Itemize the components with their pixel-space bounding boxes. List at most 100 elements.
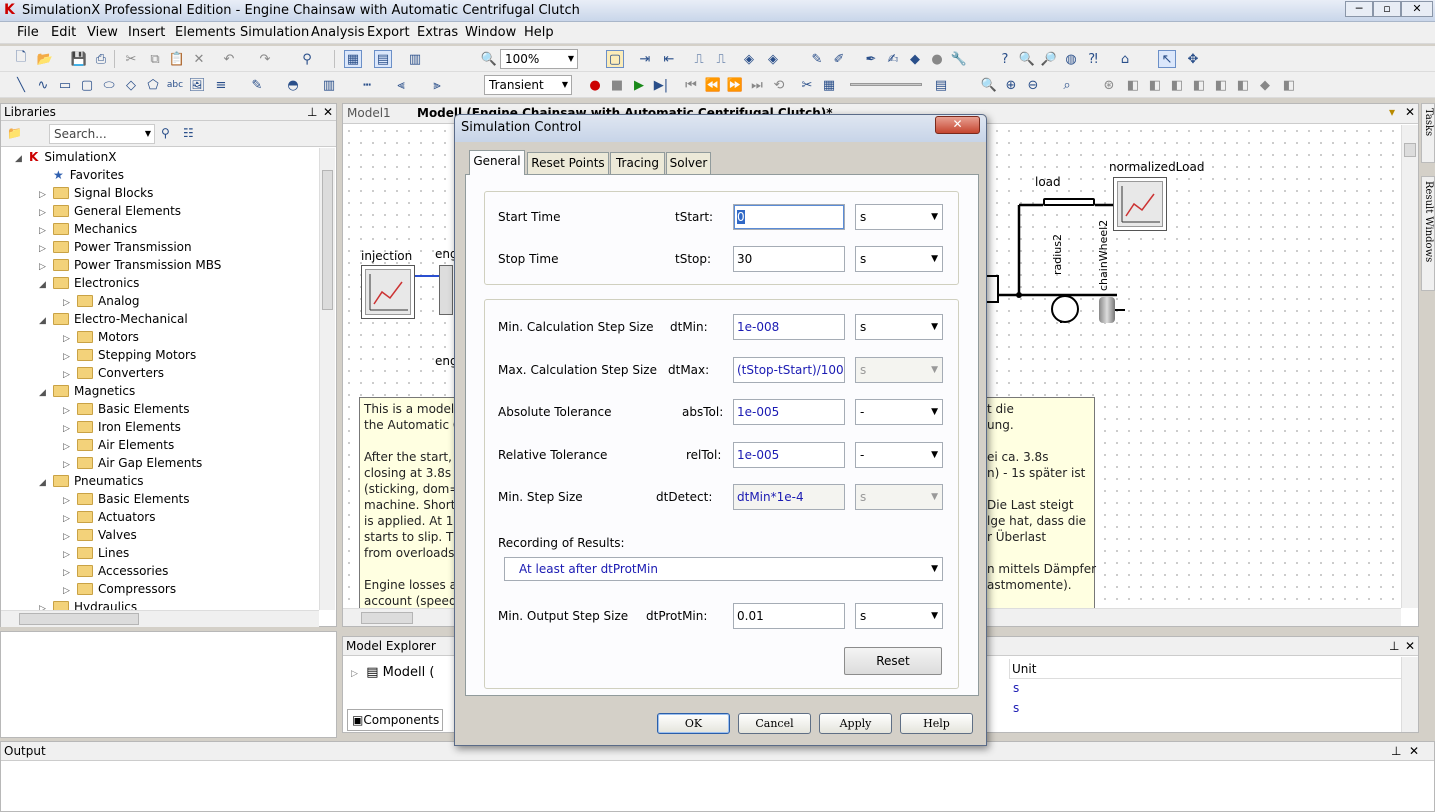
paste-icon[interactable]: 📋	[168, 50, 186, 68]
reltol-input[interactable]: 1e-005	[733, 442, 845, 468]
image-icon[interactable]: 🖼	[188, 76, 206, 94]
search-icon[interactable]: 🔍	[1018, 50, 1036, 68]
highlight-icon[interactable]: ✍	[884, 50, 902, 68]
expander-icon[interactable]: ▷	[39, 600, 53, 610]
new-file-icon[interactable]: 🗋	[12, 50, 30, 68]
line-width-icon[interactable]: ≡	[212, 76, 230, 94]
tab-components[interactable]: ▣Components	[347, 709, 443, 731]
forward-icon[interactable]: ⏩	[726, 76, 744, 94]
line-style-icon[interactable]: ┅	[358, 76, 376, 94]
explorer-model-row[interactable]: ▷ ▤ Modell (	[351, 665, 434, 680]
library-tree-item[interactable]: ▷ Basic Elements	[63, 490, 190, 508]
pin-icon[interactable]: ⊥	[307, 104, 317, 120]
library-tree-item[interactable]: ◢ Electronics	[39, 274, 139, 292]
tstart-input[interactable]: 0	[733, 204, 845, 230]
tstop-input[interactable]: 30	[733, 246, 845, 272]
abstol-unit-select[interactable]: - ▼	[855, 399, 943, 425]
copy-icon[interactable]: ⧉	[146, 50, 164, 68]
rectangle-icon[interactable]: ▭	[56, 76, 74, 94]
pattern-icon[interactable]: ▥	[320, 76, 338, 94]
rounded-rect-icon[interactable]: ▢	[78, 76, 96, 94]
minimize-button[interactable]: ─	[1345, 1, 1373, 17]
tab-menu-icon[interactable]: ▾	[1389, 105, 1395, 119]
expander-icon[interactable]: ◢	[15, 150, 29, 168]
library-tree-item[interactable]: ◢ K SimulationX	[15, 148, 116, 166]
3d-view-icon[interactable]: ⊛	[1100, 76, 1118, 94]
grid-view-icon[interactable]: ▦	[344, 50, 362, 68]
menu-help[interactable]: Help	[524, 25, 554, 40]
recording-select[interactable]: At least after dtProtMin ▼	[504, 557, 943, 581]
expander-icon[interactable]: ◢	[39, 384, 53, 402]
dtmax-input[interactable]: (tStop-tStart)/100	[733, 357, 845, 383]
select-mode-icon[interactable]: ▢	[606, 50, 624, 68]
zoom-out-icon[interactable]: ⊖	[1024, 76, 1042, 94]
engine-block[interactable]	[439, 265, 453, 315]
cube4-icon[interactable]: ◧	[1190, 76, 1208, 94]
delete-icon[interactable]: ✕	[190, 50, 208, 68]
cube6-icon[interactable]: ◧	[1234, 76, 1252, 94]
library-tree-item[interactable]: ▷ Motors	[63, 328, 139, 346]
step-icon[interactable]: ▶|	[652, 76, 670, 94]
tab-tracing[interactable]: Tracing	[610, 152, 665, 174]
dtmin-input[interactable]: 1e-008	[733, 314, 845, 340]
cancel-button[interactable]: Cancel	[738, 713, 811, 734]
dtprot-unit-select[interactable]: s ▼	[855, 603, 943, 629]
move-icon[interactable]: ✥	[1184, 50, 1202, 68]
arrange-icon[interactable]: ⎍	[690, 50, 708, 68]
injection-block[interactable]	[361, 265, 415, 319]
dtmin-unit-select[interactable]: s ▼	[855, 314, 943, 340]
menu-simulation[interactable]: Simulation	[240, 25, 309, 40]
diamond3d-icon[interactable]: ◆	[1256, 76, 1274, 94]
rewind-start-icon[interactable]: ⏮	[682, 76, 700, 94]
maximize-button[interactable]: ▫	[1373, 1, 1401, 17]
text-icon[interactable]: abc	[166, 76, 184, 94]
record-icon[interactable]: ●	[586, 76, 604, 94]
play-icon[interactable]: ▶	[630, 76, 648, 94]
context-help-icon[interactable]: ⁈	[1084, 50, 1102, 68]
zoom-in-icon[interactable]: ⊕	[1002, 76, 1020, 94]
pen-icon[interactable]: ✒	[862, 50, 880, 68]
zoom-view-icon[interactable]: 🔍	[980, 76, 998, 94]
wrench-icon[interactable]: 🔧	[950, 50, 968, 68]
explorer-pin-icon[interactable]: ⊥	[1389, 637, 1399, 655]
undo-icon[interactable]: ↶	[220, 50, 238, 68]
cube2-icon[interactable]: ◧	[1146, 76, 1164, 94]
align-left-icon[interactable]: ⫷	[392, 76, 410, 94]
library-tree-item[interactable]: ▷ Signal Blocks	[39, 184, 153, 202]
result-windows-side-tab[interactable]: Result Windows	[1421, 176, 1435, 291]
distribute-icon[interactable]: ⇤	[660, 50, 678, 68]
menu-extras[interactable]: Extras	[417, 25, 458, 40]
library-tree-item[interactable]: ▷ Compressors	[63, 580, 176, 598]
library-tree-item[interactable]: ▷ Power Transmission	[39, 238, 192, 256]
library-tree-item[interactable]: ▷ Air Elements	[63, 436, 174, 454]
cube7-icon[interactable]: ◧	[1280, 76, 1298, 94]
diamond-icon[interactable]: ◇	[122, 76, 140, 94]
close-panel-icon[interactable]: ✕	[323, 104, 333, 120]
close-window-button[interactable]: ✕	[1401, 1, 1433, 17]
list-view-icon[interactable]: ☷	[183, 126, 194, 140]
library-tree-item[interactable]: ▷ Accessories	[63, 562, 168, 580]
chainwheel2-element[interactable]	[1099, 297, 1115, 323]
menu-elements[interactable]: Elements	[175, 25, 236, 40]
library-scroll-thumb[interactable]	[322, 170, 333, 310]
table-icon[interactable]: ▦	[820, 76, 838, 94]
cube3-icon[interactable]: ◧	[1168, 76, 1186, 94]
library-tree-item[interactable]: ★ Favorites	[39, 166, 124, 184]
layers-icon[interactable]: ▤	[932, 76, 950, 94]
edit-icon[interactable]: ✎	[808, 50, 826, 68]
expander-icon[interactable]: ◢	[39, 276, 53, 294]
library-tree-item[interactable]: ▷ Actuators	[63, 508, 156, 526]
library-tree-item[interactable]: ▷ Hydraulics	[39, 598, 137, 610]
expander-icon[interactable]: ◢	[39, 312, 53, 330]
library-tree-item[interactable]: ▷ Air Gap Elements	[63, 454, 202, 472]
menu-view[interactable]: View	[87, 25, 118, 40]
help-circle-icon[interactable]: ?	[996, 50, 1014, 68]
tstop-unit-select[interactable]: s ▼	[855, 246, 943, 272]
layout-icon[interactable]: ▥	[406, 50, 424, 68]
dialog-close-button[interactable]: ✕	[935, 116, 980, 134]
tasks-side-tab[interactable]: Tasks	[1421, 103, 1435, 163]
line-color-icon[interactable]: ✎	[248, 76, 266, 94]
library-tree-item[interactable]: ◢ Pneumatics	[39, 472, 144, 490]
tab-model1[interactable]: Model1	[347, 106, 391, 120]
library-tree-item[interactable]: ▷ Valves	[63, 526, 137, 544]
